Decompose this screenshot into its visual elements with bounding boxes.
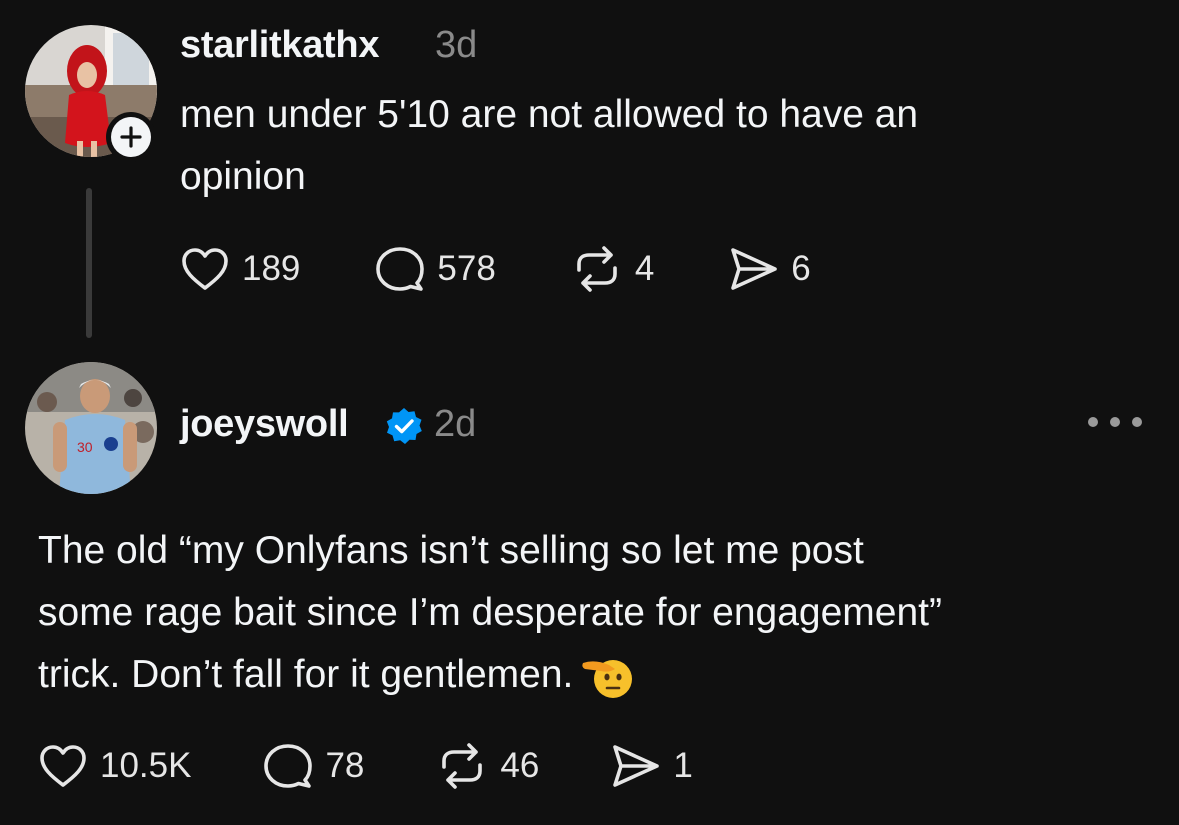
- post-text-line: opinion: [180, 155, 306, 198]
- like-count: 10.5K: [100, 746, 192, 785]
- reply-count: 578: [437, 249, 496, 288]
- thread-connector-line: [86, 188, 92, 338]
- follow-button[interactable]: [106, 112, 156, 162]
- post-text-line: The old “my Onlyfans isn’t selling so le…: [38, 529, 864, 572]
- speech-bubble-icon: [263, 742, 313, 790]
- heart-icon: [180, 246, 230, 292]
- repost-count: 46: [500, 746, 540, 785]
- like-count: 189: [242, 249, 301, 288]
- username[interactable]: starlitkathx: [180, 24, 379, 67]
- post-timestamp: 3d: [435, 24, 478, 66]
- share-button[interactable]: 6: [729, 246, 811, 292]
- post-actions: 189 578 4 6: [180, 244, 811, 294]
- repost-button[interactable]: 46: [436, 743, 539, 789]
- verified-badge-icon: [384, 406, 424, 446]
- threads-conversation: starlitkathx 3d men under 5'10 are not a…: [0, 0, 1179, 825]
- share-button[interactable]: 1: [611, 743, 693, 789]
- send-icon: [611, 743, 661, 789]
- svg-text:30: 30: [77, 439, 93, 455]
- more-dot: [1088, 417, 1098, 427]
- repost-button[interactable]: 4: [571, 246, 654, 292]
- speech-bubble-icon: [375, 245, 425, 293]
- reply-button[interactable]: 78: [263, 742, 364, 790]
- like-button[interactable]: 189: [180, 246, 300, 292]
- plus-icon: [111, 117, 151, 157]
- post-text-line: men under 5'10 are not allowed to have a…: [180, 93, 919, 136]
- post-timestamp: 2d: [434, 403, 477, 445]
- saluting-face-emoji: [581, 655, 633, 699]
- post-text-line-last: trick. Don’t fall for it gentlemen.: [38, 644, 942, 706]
- heart-icon: [38, 743, 88, 789]
- send-icon: [729, 246, 779, 292]
- reply-count: 78: [325, 746, 365, 785]
- repost-count: 4: [634, 249, 655, 288]
- repost-arrows-icon: [571, 246, 623, 292]
- more-dot: [1110, 417, 1120, 427]
- share-count: 6: [791, 249, 811, 288]
- post-actions: 10.5K 78 46 1: [38, 740, 693, 792]
- more-dot: [1132, 417, 1142, 427]
- post-text-line: some rage bait since I’m desperate for e…: [38, 591, 942, 634]
- post-text-segment: trick. Don’t fall for it gentlemen.: [38, 653, 574, 696]
- username[interactable]: joeyswoll: [180, 403, 349, 446]
- repost-arrows-icon: [436, 743, 488, 789]
- post-body: men under 5'10 are not allowed to have a…: [180, 84, 918, 208]
- avatar-joeyswoll[interactable]: 30: [25, 362, 157, 494]
- like-button[interactable]: 10.5K: [38, 743, 191, 789]
- more-options-icon[interactable]: [1088, 410, 1142, 434]
- share-count: 1: [673, 746, 693, 785]
- reply-button[interactable]: 578: [375, 245, 496, 293]
- post-body: The old “my Onlyfans isn’t selling so le…: [38, 520, 942, 706]
